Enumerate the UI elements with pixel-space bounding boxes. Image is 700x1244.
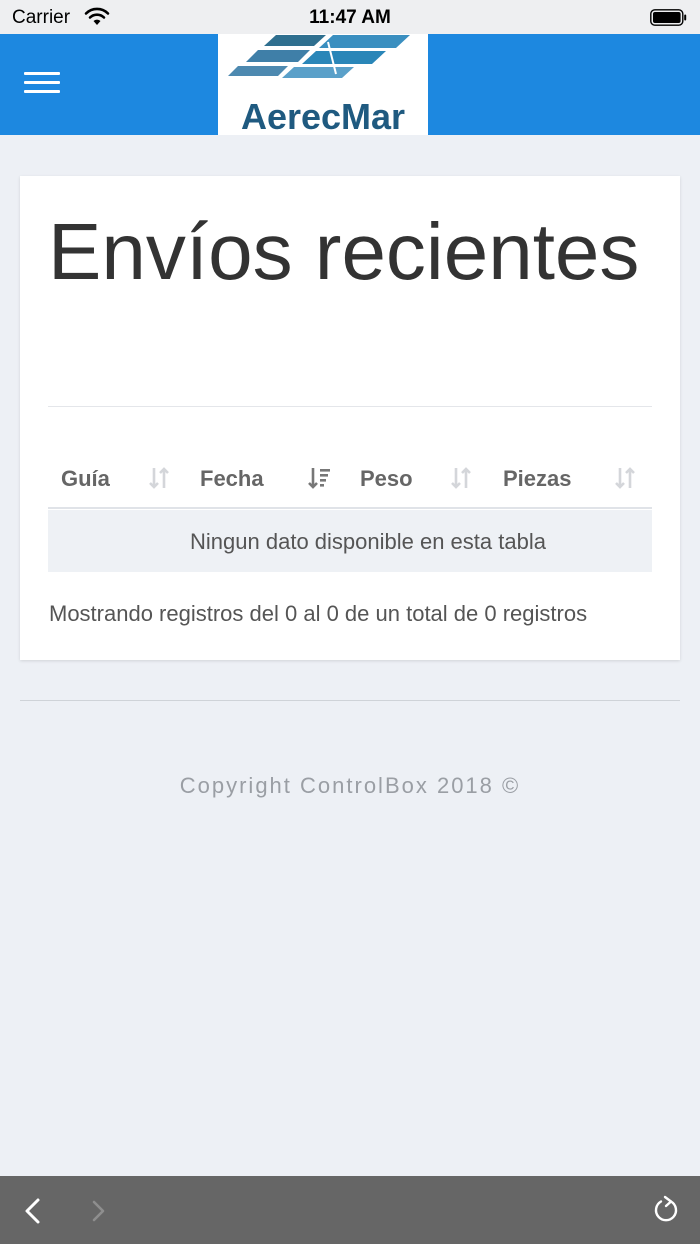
copyright-text: Copyright ControlBox 2018 ©: [179, 773, 521, 798]
column-label: Guía: [61, 466, 110, 491]
battery-icon: [650, 9, 687, 26]
clock: 11:47 AM: [309, 7, 391, 28]
sort-both-icon: [149, 467, 169, 489]
logo-text: AerecMar: [240, 96, 406, 135]
empty-table-message: Ningun dato disponible en esta tabla: [190, 529, 546, 554]
column-header-peso[interactable]: Peso: [348, 451, 498, 507]
sort-both-icon: [615, 467, 635, 489]
table-info: Mostrando registros del 0 al 0 de un tot…: [49, 601, 588, 626]
sort-descending-icon: [308, 468, 330, 489]
hamburger-menu-icon[interactable]: [24, 72, 60, 96]
table-header: Guía Fecha Peso Piezas: [48, 451, 652, 509]
chevron-right-icon[interactable]: [86, 1196, 112, 1226]
sort-both-icon: [451, 467, 471, 489]
recent-shipments-card: Envíos recientes Guía Fecha Peso Piezas …: [20, 176, 680, 660]
column-header-piezas[interactable]: Piezas: [498, 451, 652, 507]
column-label: Peso: [360, 466, 413, 491]
footer-divider: [20, 700, 680, 701]
browser-toolbar: [0, 1176, 700, 1244]
column-label: Fecha: [200, 466, 264, 491]
table-empty-row: Ningun dato disponible en esta tabla: [48, 510, 652, 572]
chevron-left-icon[interactable]: [20, 1196, 46, 1226]
title-divider: [48, 406, 652, 407]
status-bar: Carrier 11:47 AM: [0, 0, 700, 34]
column-label: Piezas: [503, 466, 572, 491]
column-header-guia[interactable]: Guía: [48, 451, 188, 507]
brand-logo[interactable]: AerecMar: [218, 34, 428, 135]
page-title: Envíos recientes: [48, 207, 640, 296]
reload-icon[interactable]: [650, 1194, 682, 1226]
column-header-fecha[interactable]: Fecha: [188, 451, 348, 507]
app-header: AerecMar: [0, 34, 700, 135]
